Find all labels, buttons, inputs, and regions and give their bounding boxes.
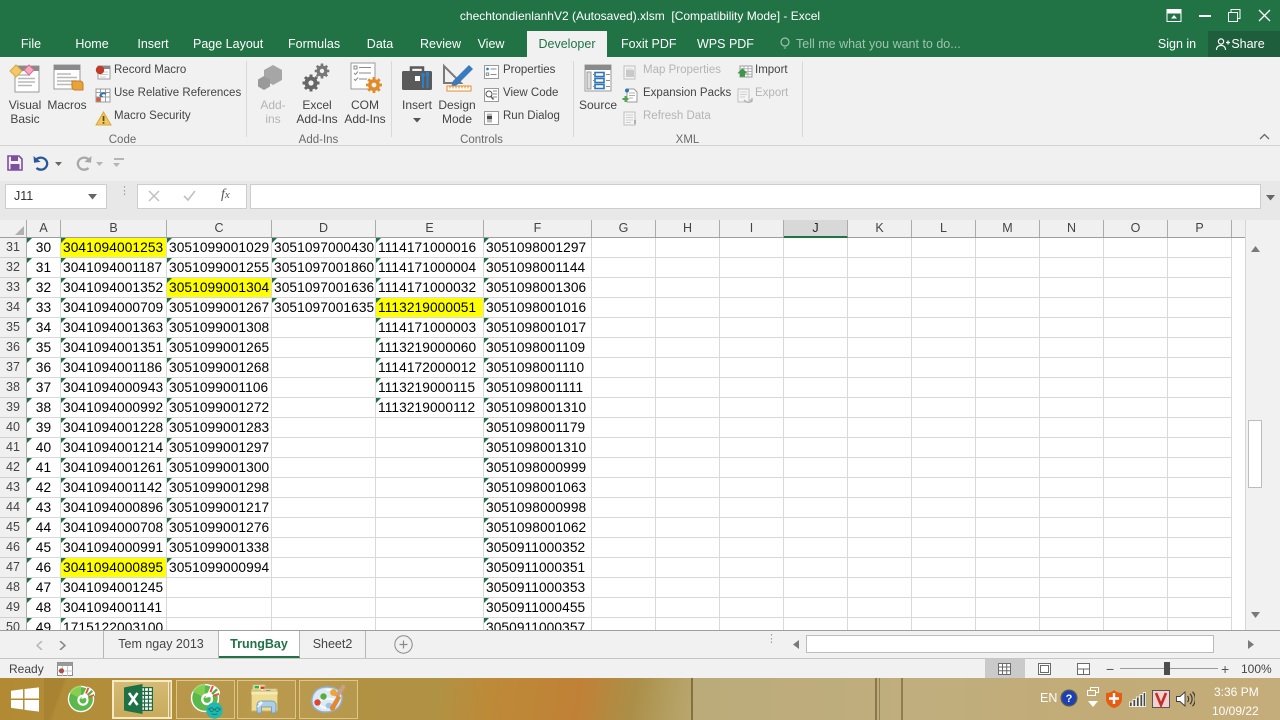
svg-text:?: ? bbox=[1066, 693, 1073, 705]
